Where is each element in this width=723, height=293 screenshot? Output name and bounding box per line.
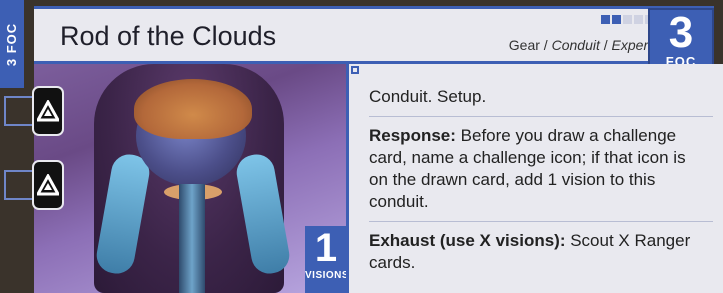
type-gear: Gear xyxy=(508,37,540,53)
art-rod xyxy=(179,184,205,293)
mountain-icon xyxy=(32,86,64,136)
cost-label: 3 FOC xyxy=(4,22,20,66)
corner-mark xyxy=(351,66,359,74)
challenge-icon-slot xyxy=(4,86,64,136)
rules-exhaust: Exhaust (use X visions): Scout X Ranger … xyxy=(349,222,723,274)
response-keyword: Response: xyxy=(369,126,456,145)
challenge-icon-slot xyxy=(4,160,64,210)
card-type-line: Gear / Conduit / Expert xyxy=(508,37,652,53)
rules-response: Response: Before you draw a challenge ca… xyxy=(349,117,723,221)
vision-label: VISIONS xyxy=(305,270,350,281)
exhaust-keyword: Exhaust (use X visions): xyxy=(369,231,566,250)
rules-keywords: Conduit. Setup. xyxy=(369,87,487,106)
mountain-icon xyxy=(32,160,64,210)
progress-pip xyxy=(623,15,632,24)
progress-pip xyxy=(612,15,621,24)
progress-pip xyxy=(601,15,610,24)
progress-pips xyxy=(601,15,654,24)
progress-pip xyxy=(634,15,643,24)
vision-counter: 1 VISIONS xyxy=(305,226,350,293)
art-hands xyxy=(134,79,252,139)
rules-text-box: Conduit. Setup. Response: Before you dra… xyxy=(346,64,723,293)
card-art xyxy=(34,64,346,293)
connector-line xyxy=(4,96,34,126)
connector-line xyxy=(4,170,34,200)
vision-number: 1 xyxy=(314,226,338,270)
type-conduit: Conduit xyxy=(551,37,600,53)
type-expert: Expert xyxy=(611,37,652,53)
card: 3 FOC Rod of the Clouds Gear / Conduit /… xyxy=(0,0,723,293)
cost-strip: 3 FOC xyxy=(0,0,24,88)
card-title: Rod of the Clouds xyxy=(60,21,277,51)
energy-cost-number: 3 xyxy=(668,8,694,57)
card-header: Rod of the Clouds Gear / Conduit / Exper… xyxy=(34,6,714,64)
